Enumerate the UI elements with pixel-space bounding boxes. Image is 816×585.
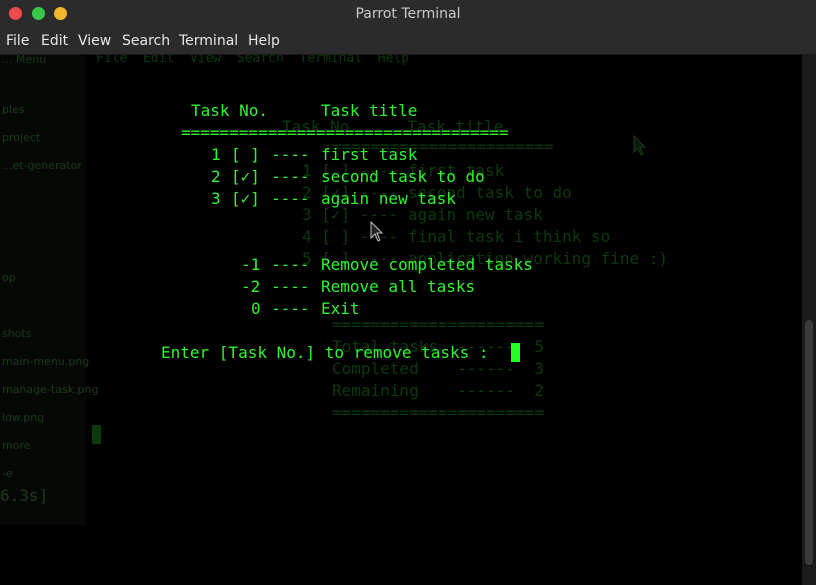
ghost-cursor: [92, 425, 101, 444]
mouse-pointer-icon: [370, 220, 384, 242]
menu-terminal[interactable]: Terminal: [179, 33, 238, 49]
task-separator: ----: [271, 167, 310, 186]
input-prompt: Enter [Task No.] to remove tasks :: [161, 343, 489, 362]
option-label: Remove completed tasks: [321, 255, 533, 274]
ghost-line: 4 [ ] ---- final task i think so: [302, 227, 611, 246]
ghost-timing: 6.3s]: [0, 486, 49, 505]
header-divider: ==================================: [181, 123, 509, 142]
task-title: second task to do: [321, 167, 485, 186]
task-number: 2: [211, 167, 221, 186]
ghost-side-item: shots: [2, 327, 32, 340]
option-separator: ----: [271, 299, 310, 318]
ghost-divider: ======================: [332, 403, 544, 422]
option-label: Remove all tasks: [321, 277, 476, 296]
ghost-side-item: more: [2, 439, 31, 452]
vertical-scrollbar[interactable]: [802, 55, 816, 585]
task-separator: ----: [271, 145, 310, 164]
option-code: -2: [241, 277, 261, 296]
ghost-sidebar: [0, 55, 86, 525]
menu-file[interactable]: File: [6, 33, 29, 49]
task-checkbox: [✓]: [231, 167, 260, 186]
ghost-side-item: ... Menu: [2, 55, 47, 66]
text-cursor[interactable]: [511, 343, 520, 362]
header-task-title: Task title: [321, 101, 418, 120]
menu-search[interactable]: Search: [122, 33, 170, 49]
task-number: 1: [211, 145, 221, 164]
option-code: 0: [251, 299, 261, 318]
menu-view[interactable]: View: [78, 33, 111, 49]
terminal-area[interactable]: ... Menu ples project ...et-generator op…: [0, 55, 802, 585]
ghost-side-item: ...et-generator: [2, 159, 82, 172]
menu-help[interactable]: Help: [248, 33, 280, 49]
ghost-divider: ======================: [332, 315, 544, 334]
task-checkbox: [ ]: [231, 145, 260, 164]
option-code: -1: [241, 255, 261, 274]
window-title: Parrot Terminal: [355, 6, 461, 22]
header-task-no: Task No.: [191, 101, 269, 120]
ghost-side-item: -e: [2, 467, 13, 480]
ghost-side-item: project: [2, 131, 41, 144]
ghost-stat: Remaining ------ 2: [332, 381, 544, 400]
option-separator: ----: [271, 277, 310, 296]
ghost-side-item: op: [2, 271, 16, 284]
ghost-side-item: main-menu.png: [2, 355, 90, 368]
menu-bar: File Edit View Search Terminal Help: [0, 29, 816, 55]
task-title: first task: [321, 145, 418, 164]
option-label: Exit: [321, 299, 360, 318]
title-bar: Parrot Terminal: [0, 0, 816, 29]
ghost-mouse-pointer-icon: [633, 134, 647, 156]
option-separator: ----: [271, 255, 310, 274]
ghost-menu: File Edit View Search Terminal Help: [96, 55, 410, 66]
task-checkbox: [✓]: [231, 189, 260, 208]
scrollbar-thumb[interactable]: [805, 320, 813, 565]
menu-edit[interactable]: Edit: [41, 33, 68, 49]
ghost-side-item: ples: [2, 103, 25, 116]
ghost-side-item: low.png: [2, 411, 45, 424]
task-number: 3: [211, 189, 221, 208]
task-title: again new task: [321, 189, 456, 208]
ghost-side-item: manage-task.png: [2, 383, 99, 396]
task-separator: ----: [271, 189, 310, 208]
